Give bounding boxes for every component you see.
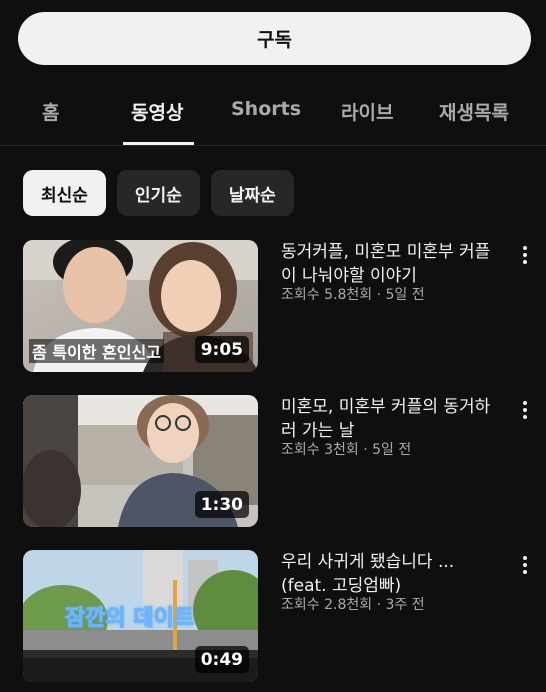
video-meta: 조회수 5.8천회 · 5일 전 [281, 287, 425, 303]
video-thumbnail[interactable]: 잠깐의 데이트 0:49 [23, 550, 258, 682]
channel-tabs: 홈 동영상 Shorts 라이브 재생목록 [0, 86, 546, 146]
video-item[interactable]: 잠깐의 데이트 0:49 우리 사귀게 됐습니다 ... (feat. 고딩엄빠… [23, 550, 546, 684]
thumbnail-caption: 잠깐의 데이트 [64, 606, 195, 632]
chip-latest[interactable]: 최신순 [23, 170, 106, 216]
chip-oldest[interactable]: 날짜순 [210, 170, 294, 216]
video-meta: 조회수 2.8천회 · 3주 전 [281, 597, 425, 613]
subscribe-button[interactable]: 구독 [18, 12, 531, 65]
tab-shorts[interactable]: Shorts [231, 98, 301, 120]
video-title[interactable]: 우리 사귀게 됐습니다 ... (feat. 고딩엄빠) [281, 550, 503, 598]
active-tab-indicator [123, 142, 194, 145]
tab-playlists[interactable]: 재생목록 [439, 98, 509, 125]
tab-videos[interactable]: 동영상 [131, 98, 183, 125]
tab-live[interactable]: 라이브 [341, 98, 393, 125]
video-title[interactable]: 미혼모, 미혼부 커플의 동거하러 가는 날 [281, 395, 503, 443]
video-item[interactable]: 좀 특이한 혼인신고 9:05 동거커플, 미혼모 미혼부 커플이 나눠야할 이… [23, 240, 546, 374]
video-meta: 조회수 3천회 · 5일 전 [281, 442, 412, 458]
thumbnail-caption: 좀 특이한 혼인신고 [29, 339, 164, 363]
chip-popular[interactable]: 인기순 [116, 170, 200, 216]
tab-home[interactable]: 홈 [42, 98, 59, 125]
video-item[interactable]: 1:30 미혼모, 미혼부 커플의 동거하러 가는 날 조회수 3천회 · 5일… [23, 395, 546, 529]
sort-chips: 최신순 인기순 날짜순 [23, 170, 294, 216]
more-options-icon[interactable] [517, 554, 533, 576]
video-thumbnail[interactable]: 1:30 [23, 395, 258, 527]
video-duration: 0:49 [194, 646, 249, 673]
more-options-icon[interactable] [517, 244, 533, 266]
subscribe-label: 구독 [257, 29, 292, 51]
more-options-icon[interactable] [517, 399, 533, 421]
video-duration: 1:30 [194, 491, 249, 518]
video-thumbnail[interactable]: 좀 특이한 혼인신고 9:05 [23, 240, 258, 372]
video-title[interactable]: 동거커플, 미혼모 미혼부 커플이 나눠야할 이야기 [281, 240, 503, 288]
video-duration: 9:05 [194, 336, 249, 363]
